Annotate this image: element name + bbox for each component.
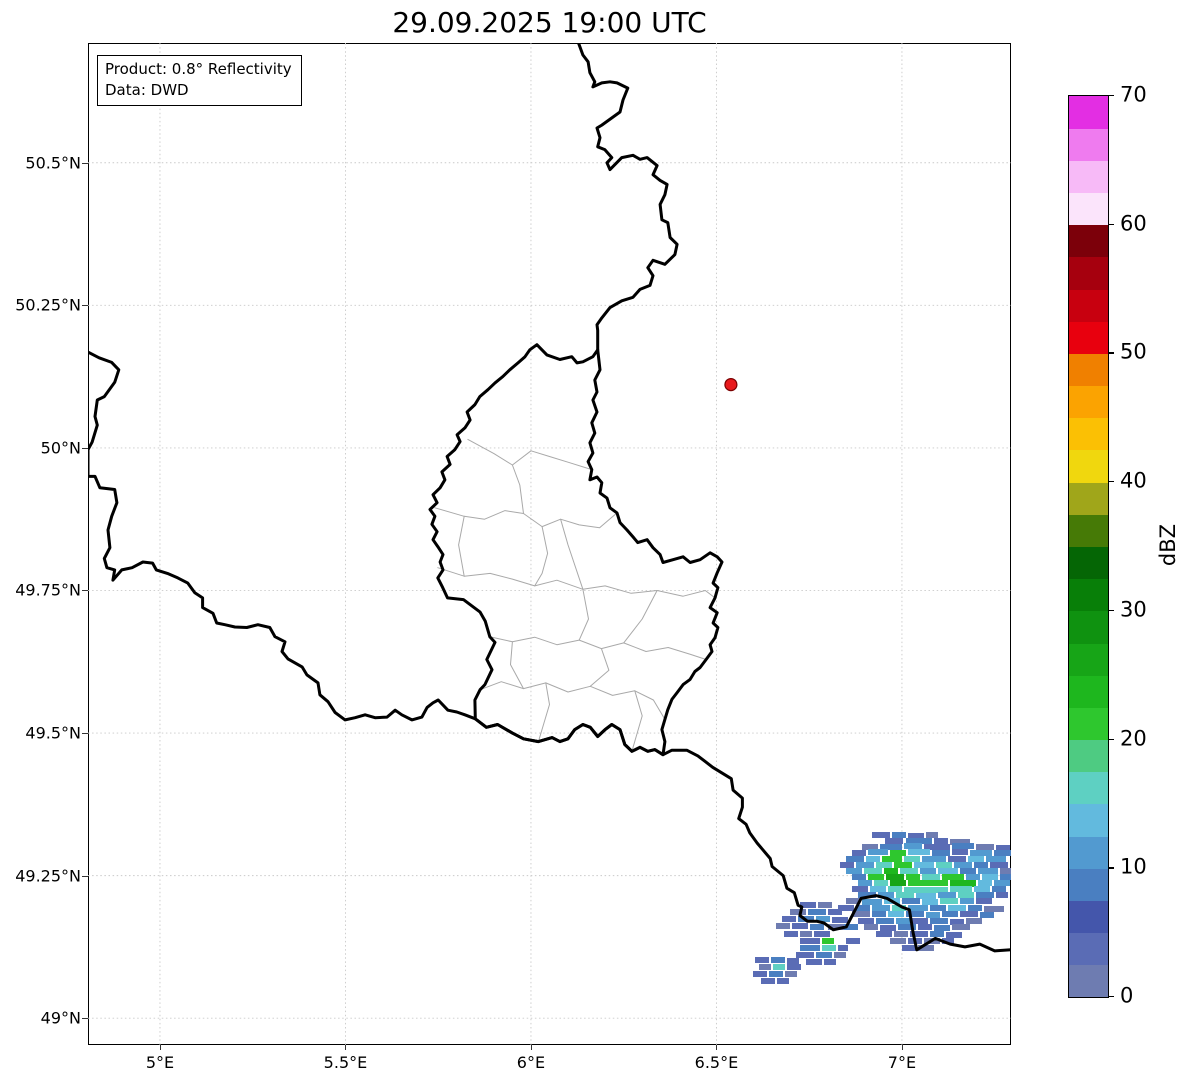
colorbar-tick — [1108, 609, 1114, 612]
colorbar-tick-label: 20 — [1120, 726, 1147, 751]
map-canvas — [88, 43, 1011, 1045]
lon-tick — [530, 1045, 532, 1050]
lat-tick — [82, 447, 88, 449]
lat-tick-label: 50°N — [40, 438, 81, 458]
colorbar-segment — [1069, 417, 1108, 451]
colorbar-segment — [1069, 739, 1108, 773]
colorbar-tick-label: 40 — [1120, 468, 1147, 493]
radar-cells-layer — [753, 832, 1011, 984]
lon-tick — [159, 1045, 161, 1050]
lat-tick — [82, 1018, 88, 1020]
colorbar-tick — [1108, 223, 1114, 225]
lat-tick-label: 50.5°N — [25, 153, 81, 173]
lon-tick-label: 6.5°E — [694, 1053, 739, 1072]
lat-tick — [82, 162, 88, 164]
admin-borders-layer — [434, 438, 716, 752]
colorbar-tick-label: 50 — [1120, 339, 1147, 364]
lon-tick-label: 6°E — [516, 1053, 546, 1072]
colorbar-segment — [1069, 128, 1108, 161]
colorbar-segment — [1069, 96, 1108, 129]
data-source-label: Data: DWD — [105, 81, 189, 99]
lon-tick-label: 5°E — [145, 1053, 175, 1072]
colorbar-segment — [1069, 224, 1108, 258]
colorbar-segment — [1069, 707, 1108, 741]
lat-tick — [82, 590, 88, 592]
colorbar-segment — [1069, 578, 1108, 612]
border-luxembourg — [428, 343, 724, 757]
lat-tick — [82, 733, 88, 735]
colorbar-tick — [1108, 738, 1114, 740]
colorbar-tick — [1108, 867, 1114, 869]
radar-figure: { "title": "29.09.2025 19:00 UTC", "info… — [0, 0, 1202, 1081]
lon-tick — [345, 1045, 347, 1050]
colorbar-segment — [1069, 900, 1108, 934]
lat-tick-label: 49.75°N — [15, 580, 81, 600]
colorbar-segment — [1069, 353, 1108, 387]
colorbar-segment — [1069, 449, 1108, 483]
colorbar-tick — [1108, 95, 1114, 97]
lat-tick-label: 49°N — [40, 1008, 81, 1028]
colorbar-segment — [1069, 643, 1108, 676]
colorbar-segment — [1069, 546, 1108, 580]
colorbar-tick-label: 30 — [1120, 597, 1147, 622]
colorbar-segment — [1069, 385, 1108, 419]
colorbar-tick — [1108, 996, 1114, 998]
colorbar-unit-label: dBZ — [1156, 523, 1180, 567]
colorbar-segment — [1069, 321, 1108, 354]
colorbar-tick-label: 0 — [1120, 983, 1134, 1008]
colorbar-segment — [1069, 868, 1108, 901]
colorbar-segment — [1069, 836, 1108, 869]
colorbar-tick — [1108, 352, 1114, 354]
colorbar-segment — [1069, 803, 1108, 837]
colorbar-tick — [1108, 481, 1114, 483]
lat-tick — [82, 305, 88, 307]
colorbar-segment — [1069, 514, 1108, 547]
colorbar-segment — [1069, 610, 1108, 644]
radar-site-marker — [724, 378, 738, 392]
colorbar-segment — [1069, 932, 1108, 966]
lat-tick-label: 49.5°N — [25, 723, 81, 743]
colorbar-tick-label: 10 — [1120, 854, 1147, 879]
colorbar-segment — [1069, 482, 1108, 515]
lon-tick-label: 5.5°E — [323, 1053, 368, 1072]
lon-tick-label: 7°E — [887, 1053, 917, 1072]
product-label: Product: 0.8° Reflectivity — [105, 60, 292, 78]
lat-tick-label: 50.25°N — [15, 295, 81, 315]
colorbar — [1068, 95, 1109, 998]
colorbar-segment — [1069, 256, 1108, 290]
colorbar-segment — [1069, 289, 1108, 322]
colorbar-segment — [1069, 160, 1108, 194]
colorbar-segment — [1069, 964, 1108, 998]
figure-title: 29.09.2025 19:00 UTC — [392, 6, 707, 39]
border-belgium-germany — [576, 43, 679, 352]
colorbar-tick-label: 70 — [1120, 82, 1147, 107]
product-info-box: Product: 0.8° Reflectivity Data: DWD — [97, 55, 302, 106]
lon-tick — [716, 1045, 718, 1050]
colorbar-tick-label: 60 — [1120, 211, 1147, 236]
lon-tick — [901, 1045, 903, 1050]
colorbar-segment — [1069, 192, 1108, 226]
colorbar-segment — [1069, 771, 1108, 805]
lat-tick — [82, 875, 88, 877]
country-borders-layer — [88, 43, 1011, 953]
lat-tick-label: 49.25°N — [15, 866, 81, 886]
colorbar-segment — [1069, 675, 1108, 708]
